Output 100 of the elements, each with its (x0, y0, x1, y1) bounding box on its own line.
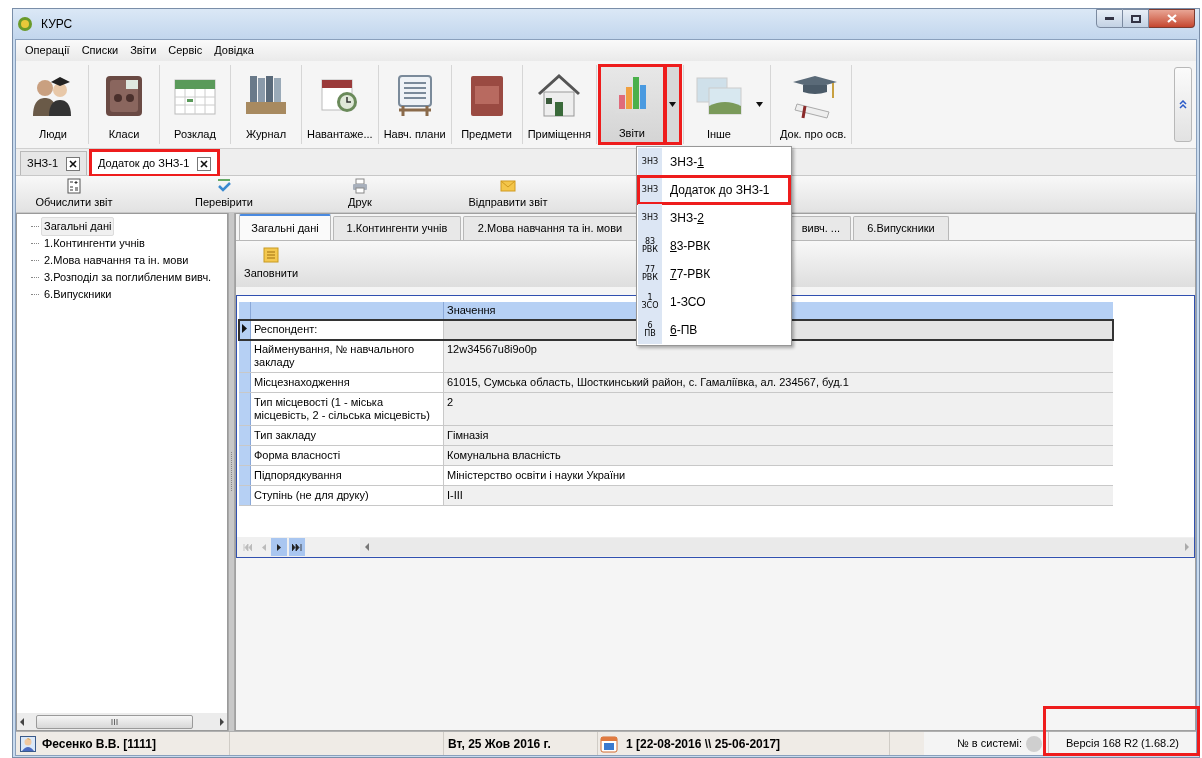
maximize-button[interactable] (1123, 9, 1149, 28)
menu-item[interactable]: Звіти (125, 40, 162, 61)
menu-item[interactable]: 77 РВК 77-РВК (638, 260, 790, 288)
menu-item-label: 77-РВК (669, 266, 711, 283)
menu-item[interactable]: 1 ЗСО 1-ЗСО (638, 288, 790, 316)
next-button[interactable] (271, 538, 287, 556)
close-icon (200, 159, 209, 168)
scroll-left-icon (19, 717, 26, 726)
document-tab[interactable]: Додаток до ЗНЗ-1 (91, 151, 219, 175)
tree-item[interactable]: 1.Контингенти учнів (41, 234, 148, 253)
scroll-right-icon (218, 717, 226, 726)
next-icon (276, 543, 282, 551)
maximize-icon (1130, 14, 1141, 23)
menu-item-label: 6-ПВ (669, 322, 698, 339)
toolbar-button[interactable]: Друк (322, 177, 398, 211)
current-row-icon (242, 324, 247, 333)
menu-item[interactable]: 83 РВК 83-РВК (638, 232, 790, 260)
user-name: Фесенко В.В. [1111] (42, 735, 156, 753)
double-chevron-up-icon (1179, 100, 1187, 109)
tab-label: ЗНЗ-1 (27, 156, 58, 172)
table-cell: Підпорядкування (251, 466, 444, 485)
minimize-button[interactable] (1096, 9, 1123, 28)
close-button[interactable] (1149, 9, 1195, 28)
table-cell: Місцезнаходження (251, 373, 444, 392)
table-cell: 12w34567u8i9o0p (444, 340, 1113, 372)
menu-item-label: ЗНЗ-1 (669, 154, 704, 171)
scroll-right-icon (1185, 543, 1190, 551)
menu-item-label: 83-РВК (669, 238, 711, 255)
table-cell: Тип закладу (251, 426, 444, 445)
menu-item[interactable]: ЗНЗ ЗНЗ-2 (638, 204, 790, 232)
tree-item[interactable]: 3.Розподіл за поглибленим вивч. (41, 268, 215, 287)
document-tab[interactable]: ЗНЗ-1 (20, 151, 87, 175)
tab-close-button[interactable] (197, 156, 212, 171)
system-number-label: № в системі: (957, 736, 1022, 752)
report-badge-icon: 1 ЗСО (638, 288, 662, 316)
menu-item[interactable]: Операції (20, 40, 75, 61)
table-cell: Ступінь (не для друку) (251, 486, 444, 505)
toolbar-button[interactable]: Навч. плани (380, 65, 449, 144)
toolbar-button[interactable]: Інше (685, 65, 752, 144)
calendar-icon (600, 734, 618, 753)
toolbar-button[interactable]: Перевірити (144, 177, 304, 211)
toolbar-button[interactable]: Приміщення (524, 65, 594, 144)
fill-button[interactable]: Заповнити (242, 246, 301, 282)
table-cell: 61015, Сумська область, Шосткинський район, с. Гамаліївка, ал. 234567, буд.1 (444, 373, 1113, 392)
fill-label: Заповнити (244, 265, 299, 281)
toolbar-button[interactable]: Навантаже... (304, 65, 376, 144)
toolbar-button[interactable]: Люди (20, 65, 86, 144)
tree-item[interactable]: 6.Випускники (41, 285, 115, 304)
toolbar-button[interactable]: Відправити звіт (430, 177, 586, 211)
table-cell: Найменування, № навчального закладу (251, 340, 444, 372)
app-logo-icon (17, 16, 33, 32)
report-badge-icon: 77 РВК (638, 260, 662, 288)
toolbar-button[interactable]: Розклад (162, 65, 228, 144)
menu-item[interactable]: ЗНЗ ЗНЗ-1 (638, 148, 790, 176)
grip-icon (230, 452, 234, 492)
report-badge-icon: ЗНЗ (638, 204, 662, 232)
menu-item-label: Додаток до ЗНЗ-1 (669, 182, 770, 199)
scrollbar-thumb[interactable] (36, 714, 193, 729)
tab-close-button[interactable] (66, 156, 80, 171)
toolbar-button[interactable]: Обчислити звіт (24, 177, 124, 211)
menu-item[interactable]: ЗНЗ Додаток до ЗНЗ-1 (638, 176, 790, 204)
previous-icon (260, 543, 266, 551)
toolbar-button[interactable]: Журнал (233, 65, 299, 144)
version-label: Версія 168 R2 (1.68.2) (1066, 736, 1179, 752)
table-cell: Респондент: (251, 320, 444, 339)
report-badge-icon: ЗНЗ (638, 176, 662, 204)
menu-item[interactable]: Довідка (209, 40, 259, 61)
dropdown-arrow-button[interactable] (664, 65, 681, 144)
content-tab[interactable]: 1.Контингенти учнів (333, 216, 461, 240)
status-indicator (1026, 735, 1042, 752)
content-tab[interactable]: Загальні дані (239, 214, 331, 240)
last-icon (292, 543, 302, 551)
toolbar-button[interactable]: Предмети (453, 65, 520, 144)
column-header: Значення (447, 303, 496, 319)
toolbar-button[interactable]: Док. про осв. (776, 65, 850, 144)
form-icon (263, 246, 280, 263)
envelope-icon (500, 177, 516, 194)
table-cell: 2 (444, 393, 1113, 425)
tab-label: Додаток до ЗНЗ-1 (98, 156, 190, 172)
table-cell: Форма власності (251, 446, 444, 465)
window-title: КУРС (41, 16, 73, 33)
caret-icon (669, 102, 677, 107)
horizontal-scrollbar[interactable] (360, 538, 1194, 556)
content-tab[interactable]: 6.Випускники (853, 216, 949, 240)
collapse-ribbon-button[interactable] (1174, 67, 1192, 142)
check-icon (216, 177, 232, 194)
content-tab[interactable]: 2.Мова навчання та ін. мови (463, 216, 637, 240)
caret-icon (756, 102, 764, 107)
current-date: Вт, 25 Жов 2016 г. (444, 732, 598, 755)
last-page-button[interactable] (289, 538, 305, 556)
menu-item[interactable]: Списки (76, 40, 124, 61)
toolbar-button[interactable]: Звіти (598, 65, 665, 144)
report-badge-icon: ЗНЗ (638, 148, 662, 176)
menu-item[interactable]: Сервіс (163, 40, 208, 61)
tree-item[interactable]: 2.Мова навчання та ін. мови (41, 251, 192, 270)
table-cell: І-ІІІ (444, 486, 1113, 505)
tree-item[interactable]: Загальні дані (41, 217, 115, 236)
horizontal-scrollbar[interactable] (17, 713, 228, 730)
toolbar-button[interactable]: Класи (91, 65, 157, 144)
table-cell: Гімназія (444, 426, 1113, 445)
